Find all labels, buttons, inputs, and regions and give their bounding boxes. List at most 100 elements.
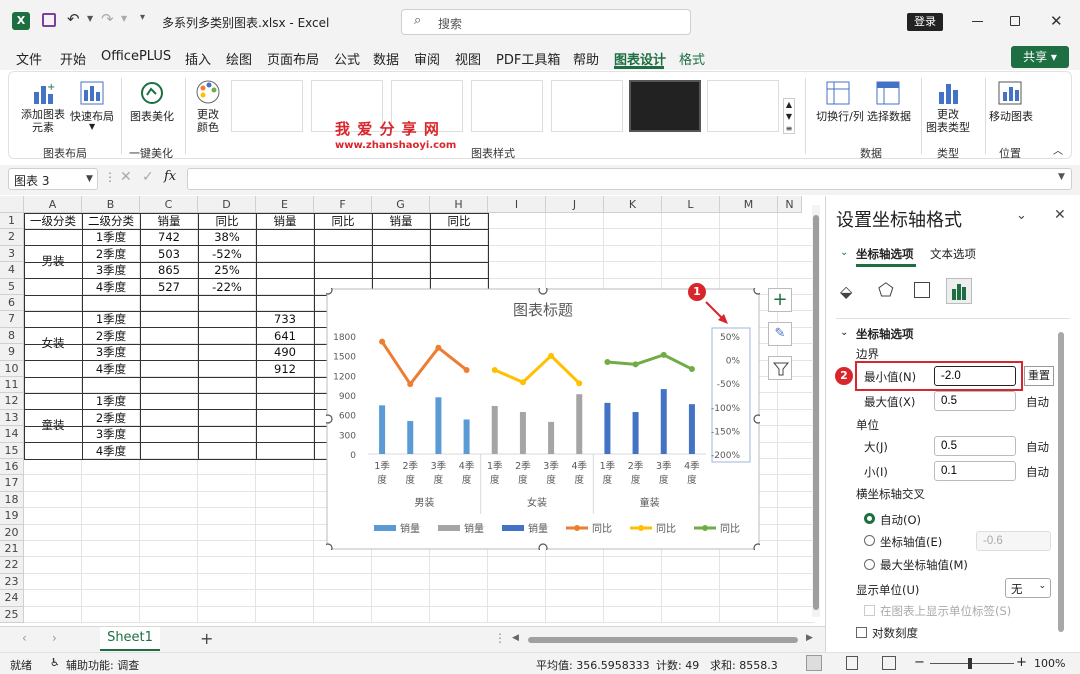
- chart-style-6[interactable]: [629, 80, 701, 132]
- cross-max-radio[interactable]: [864, 559, 875, 570]
- quarter-cell[interactable]: 2季度: [82, 246, 140, 262]
- cross-value-input[interactable]: [976, 531, 1051, 551]
- fill-line-icon[interactable]: ⬙: [840, 282, 852, 301]
- insert-function-icon[interactable]: fx: [164, 169, 176, 184]
- bar-销量-0[interactable]: [491, 405, 498, 454]
- row-header-12[interactable]: 12: [0, 393, 24, 410]
- line-point[interactable]: [548, 352, 555, 359]
- line-point[interactable]: [407, 381, 414, 388]
- table-header-cell[interactable]: 同比: [430, 213, 488, 229]
- chart-styles-button[interactable]: ✎: [768, 322, 792, 346]
- column-header-J[interactable]: J: [546, 196, 604, 213]
- row-header-18[interactable]: 18: [0, 491, 24, 509]
- pane-options-dropdown-icon[interactable]: ⌄: [1016, 208, 1027, 223]
- undo-icon[interactable]: ↶: [67, 10, 80, 28]
- chart-beautify-label[interactable]: 图表美化: [127, 108, 177, 124]
- yoy-cell[interactable]: -22%: [198, 279, 256, 295]
- quarter-cell[interactable]: 4季度: [82, 443, 140, 459]
- add-sheet-icon[interactable]: +: [200, 629, 213, 648]
- row-header-2[interactable]: 2: [0, 229, 24, 246]
- status-accessibility[interactable]: 辅助功能: 调查: [66, 657, 139, 673]
- cross-max-label[interactable]: 最大坐标轴值(M): [880, 557, 968, 573]
- bar-销量-2[interactable]: [548, 421, 555, 454]
- sales-cell[interactable]: 733: [256, 311, 314, 327]
- select-all-corner[interactable]: [0, 196, 24, 213]
- tab-review[interactable]: 审阅: [414, 49, 440, 68]
- bar-销量-0[interactable]: [604, 402, 611, 454]
- page-layout-view-icon[interactable]: [846, 656, 858, 670]
- row-header-1[interactable]: 1: [0, 213, 24, 230]
- chart-style-5[interactable]: [551, 80, 623, 132]
- sales-cell[interactable]: 641: [256, 328, 314, 344]
- zoom-slider[interactable]: [930, 663, 1014, 664]
- row-header-21[interactable]: 21: [0, 541, 24, 558]
- quarter-cell[interactable]: 1季度: [82, 393, 140, 409]
- column-header-D[interactable]: D: [198, 196, 256, 213]
- effects-icon[interactable]: ⬠: [878, 280, 894, 301]
- chart-resize-handle[interactable]: [753, 414, 760, 424]
- add-chart-element-icon[interactable]: +: [31, 80, 57, 106]
- redo-icon[interactable]: ↷: [101, 10, 114, 28]
- row-header-15[interactable]: 15: [0, 442, 24, 459]
- tab-officeplus[interactable]: OfficePLUS: [101, 49, 171, 64]
- chart-resize-handle[interactable]: [538, 288, 548, 295]
- table-header-cell[interactable]: 二级分类: [82, 213, 140, 229]
- column-header-F[interactable]: F: [314, 196, 372, 213]
- chart-resize-handle[interactable]: [753, 288, 760, 295]
- line-point[interactable]: [632, 361, 639, 368]
- zoom-out-icon[interactable]: −: [914, 655, 925, 670]
- minor-auto-label[interactable]: 自动: [1026, 464, 1049, 480]
- line-point[interactable]: [491, 366, 498, 373]
- add-chart-element-label[interactable]: 添加图表 元素: [19, 108, 67, 134]
- more-options-icon[interactable]: ⋮: [104, 170, 116, 184]
- login-button[interactable]: 登录: [907, 13, 943, 31]
- max-auto-label[interactable]: 自动: [1026, 394, 1049, 410]
- chart-style-7[interactable]: [707, 80, 779, 132]
- chart-resize-handle[interactable]: [753, 543, 760, 550]
- min-bound-input[interactable]: [934, 366, 1016, 386]
- quarter-cell[interactable]: 2季度: [82, 328, 140, 344]
- sales-cell[interactable]: 865: [140, 262, 198, 278]
- row-header-10[interactable]: 10: [0, 360, 24, 377]
- display-units-select[interactable]: 无 ⌄: [1005, 578, 1051, 598]
- minimize-icon[interactable]: [972, 21, 983, 22]
- row-header-14[interactable]: 14: [0, 426, 24, 443]
- yoy-cell[interactable]: -52%: [198, 246, 256, 262]
- row-header-17[interactable]: 17: [0, 475, 24, 492]
- tab-format[interactable]: 格式: [679, 49, 705, 68]
- line-point[interactable]: [435, 344, 442, 351]
- cancel-entry-icon[interactable]: ✕: [120, 169, 132, 185]
- chart-style-1[interactable]: [231, 80, 303, 132]
- quarter-cell[interactable]: 3季度: [82, 344, 140, 360]
- name-box-dropdown-icon[interactable]: ▼: [86, 174, 93, 184]
- tab-view[interactable]: 视图: [455, 49, 481, 68]
- search-box[interactable]: ⌕ 搜索: [401, 9, 691, 35]
- tab-home[interactable]: 开始: [60, 49, 86, 68]
- prev-sheet-icon[interactable]: ‹: [22, 631, 27, 645]
- column-header-H[interactable]: H: [430, 196, 488, 213]
- chevron-down-icon[interactable]: ⌄: [840, 247, 848, 258]
- zoom-level[interactable]: 100%: [1034, 657, 1065, 670]
- column-header-A[interactable]: A: [24, 196, 82, 213]
- chart-resize-handle[interactable]: [538, 543, 548, 550]
- row-header-16[interactable]: 16: [0, 459, 24, 476]
- share-button[interactable]: 共享 ▾: [1011, 46, 1069, 68]
- change-chart-type-label[interactable]: 更改 图表类型: [923, 108, 973, 134]
- tab-file[interactable]: 文件: [16, 49, 42, 68]
- sales-cell[interactable]: 490: [256, 344, 314, 360]
- table-header-cell[interactable]: 同比: [198, 213, 256, 229]
- show-units-label[interactable]: 在图表上显示单位标签(S): [880, 603, 1011, 619]
- scroll-right-icon[interactable]: ▶: [806, 633, 813, 643]
- show-units-checkbox[interactable]: [864, 605, 875, 616]
- chart-style-4[interactable]: [471, 80, 543, 132]
- pane-close-icon[interactable]: ✕: [1054, 207, 1066, 223]
- tab-help[interactable]: 帮助: [573, 49, 599, 68]
- row-header-11[interactable]: 11: [0, 377, 24, 394]
- sales-cell[interactable]: 503: [140, 246, 198, 262]
- quarter-cell[interactable]: 2季度: [82, 410, 140, 426]
- quarter-cell[interactable]: 1季度: [82, 311, 140, 327]
- row-header-5[interactable]: 5: [0, 278, 24, 295]
- formula-input[interactable]: [187, 168, 1072, 190]
- bar-销量-1[interactable]: [632, 412, 639, 454]
- combo-chart[interactable]: 图表标题 1800 1500 1200 900 600 300 0 50% 0% -50% -100%…: [326, 288, 760, 550]
